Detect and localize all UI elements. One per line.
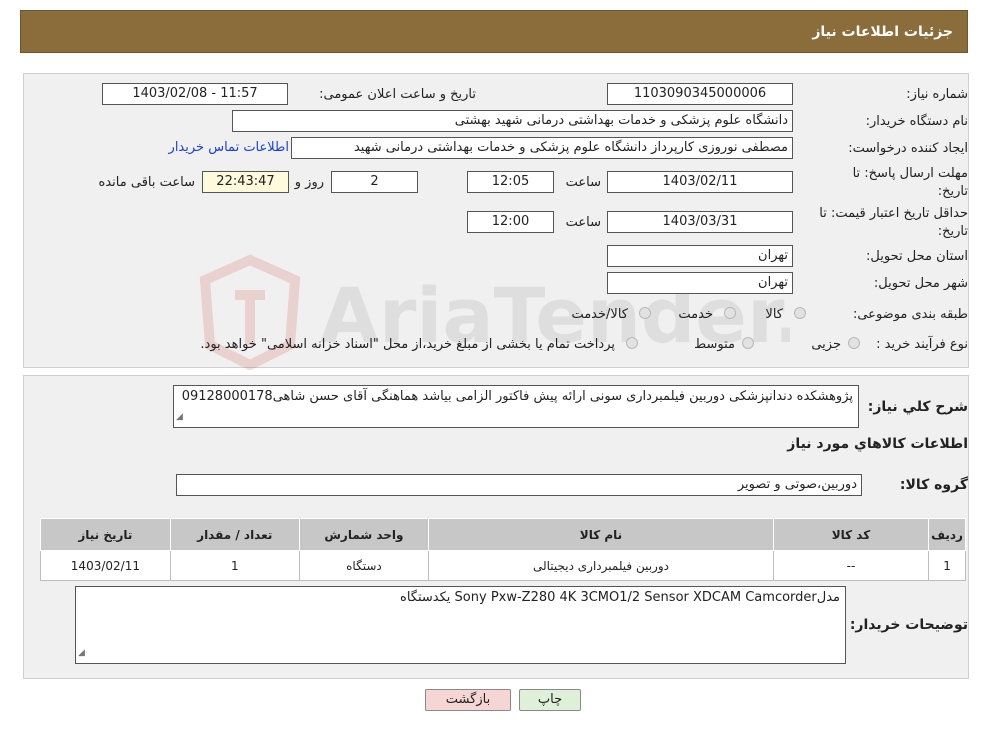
validity-time-label: ساعت [565,215,601,230]
description-label: شرح کلي نياز: [867,399,968,415]
back-button[interactable]: بازگشت [425,689,511,711]
cell-row-number: 1 [928,550,966,581]
deadline-date-field: 1403/02/11 [607,171,793,193]
requester-field: مصطفی نوروزی کارپرداز دانشگاه علوم پزشکی… [291,137,793,159]
category-radio-goods-service[interactable] [639,307,651,319]
print-button[interactable]: چاپ [519,689,581,711]
validity-label: حداقل تاریخ اعتبار قیمت: تا [819,206,968,221]
items-table-header-row: ردیف کد کالا نام کالا واحد شمارش تعداد /… [40,518,966,551]
col-header-row-number: ردیف [928,518,966,551]
resize-grip-icon[interactable]: ◢ [78,645,85,662]
table-row: 1 -- دوربین فیلمبرداری دیجیتالی دستگاه 1… [40,550,966,581]
buyer-notes-label: توضیحات خریدار: [849,617,968,633]
page-header: جزئیات اطلاعات نیاز [20,10,968,53]
buyer-notes-textarea: مدلSony Pxw-Z280 4K 3CMO1/2 Sensor XDCAM… [75,586,846,664]
buyer-contact-link[interactable]: اطلاعات تماس خریدار [169,140,289,155]
announce-datetime-field: 1403/02/08 - 11:57 [102,83,288,105]
days-field: 2 [331,171,418,193]
col-header-need-date: تاریخ نیاز [40,518,171,551]
description-textarea: پژوهشکده دندانپزشکی دوربین فیلمبرداری سو… [173,385,859,428]
category-option-goods-service: کالا/خدمت [571,307,628,322]
process-note: پرداخت تمام یا بخشی از مبلغ خرید،از محل … [200,337,615,352]
need-number-field: 1103090345000006 [607,83,793,105]
process-radio-minor[interactable] [848,337,860,349]
remaining-label: ساعت باقی مانده [98,175,195,190]
province-field: تهران [607,245,793,267]
category-option-goods: کالا [765,307,783,322]
group-label: گروه کالا: [899,477,968,493]
category-option-service: خدمت [678,307,713,322]
description-text: پژوهشکده دندانپزشکی دوربین فیلمبرداری سو… [181,389,853,404]
col-header-unit: واحد شمارش [298,518,430,551]
city-label: شهر محل تحویل: [873,276,968,291]
group-field: دوربین،صوتی و تصویر [176,474,862,496]
deadline-label-date: تاریخ: [937,184,968,199]
process-radio-medium[interactable] [742,337,754,349]
items-table: ردیف کد کالا نام کالا واحد شمارش تعداد /… [40,518,966,581]
category-radio-goods[interactable] [794,307,806,319]
cell-quantity: 1 [169,550,300,581]
announce-label: تاریخ و ساعت اعلان عمومی: [319,87,476,102]
cell-unit: دستگاه [298,550,430,581]
resize-grip-icon[interactable]: ◢ [176,409,183,426]
cell-item-name: دوربین فیلمبرداری دیجیتالی [428,550,774,581]
page-title: جزئیات اطلاعات نیاز [812,24,953,40]
cell-need-date: 1403/02/11 [40,550,171,581]
remaining-time-field: 22:43:47 [202,171,289,193]
category-label: طبقه بندی موضوعی: [852,307,968,322]
deadline-time-label: ساعت [565,175,601,190]
requester-label: ایجاد کننده درخواست: [848,141,968,156]
process-radio-treasury[interactable] [626,337,638,349]
process-label: نوع فرآیند خرید : [876,337,968,352]
buyer-notes-text: مدلSony Pxw-Z280 4K 3CMO1/2 Sensor XDCAM… [400,590,840,605]
deadline-time-field: 12:05 [467,171,554,193]
province-label: استان محل تحویل: [866,249,968,264]
col-header-item-code: کد کالا [772,518,930,551]
category-radio-service[interactable] [724,307,736,319]
buyer-org-label: نام دستگاه خریدار: [865,114,968,129]
days-label: روز و [294,175,324,190]
buyer-org-field: دانشگاه علوم پزشکی و خدمات بهداشتی درمان… [232,110,793,132]
cell-item-code: -- [772,550,930,581]
validity-date-field: 1403/03/31 [607,211,793,233]
city-field: تهران [607,272,793,294]
deadline-label: مهلت ارسال پاسخ: تا [852,166,968,181]
need-number-label: شماره نیاز: [906,87,968,102]
col-header-item-name: نام کالا [428,518,774,551]
col-header-quantity: تعداد / مقدار [169,518,300,551]
process-option-minor: جزیی [811,337,841,352]
validity-time-field: 12:00 [467,211,554,233]
process-option-medium: متوسط [694,337,735,352]
items-section-title: اطلاعات کالاهاي مورد نياز [787,436,968,452]
validity-label-date: تاریخ: [937,224,968,239]
